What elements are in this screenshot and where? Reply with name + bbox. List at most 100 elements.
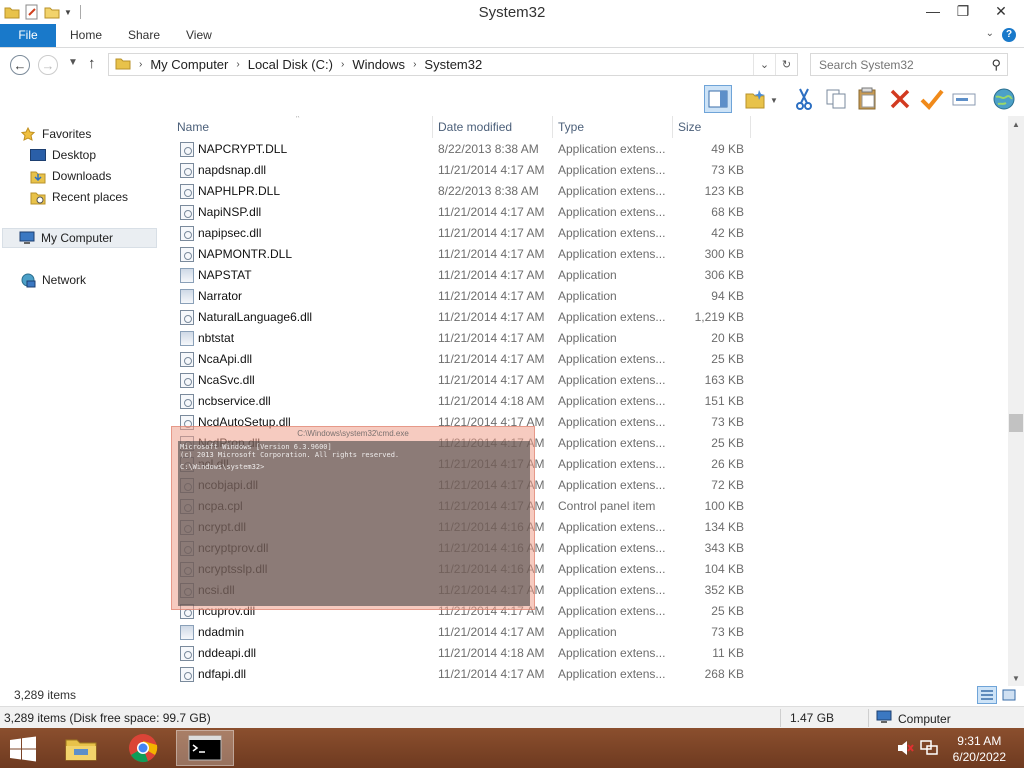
nav-recent-places[interactable]: Recent places — [30, 187, 128, 207]
column-date[interactable]: Date modified — [438, 120, 512, 134]
nav-downloads[interactable]: Downloads — [30, 166, 111, 186]
file-row[interactable]: NcaApi.dll 11/21/2014 4:17 AM Application … — [172, 349, 752, 370]
file-row[interactable]: NAPSTAT 11/21/2014 4:17 AM Application 306 … — [172, 265, 752, 286]
nav-my-computer[interactable]: My Computer — [2, 228, 157, 248]
file-name: nddeapi.dll — [198, 646, 257, 660]
file-row[interactable]: NAPCRYPT.DLL 8/22/2013 8:38 AM Application… — [172, 139, 752, 160]
delete-icon[interactable] — [886, 85, 914, 113]
scroll-down-icon[interactable]: ▼ — [1008, 670, 1024, 686]
tab-file[interactable]: File — [0, 24, 56, 47]
breadcrumb-arrow-icon[interactable]: › — [341, 59, 344, 70]
scroll-up-icon[interactable]: ▲ — [1008, 116, 1024, 132]
file-row[interactable]: NapiNSP.dll 11/21/2014 4:17 AM Application… — [172, 202, 752, 223]
breadcrumb-system32[interactable]: System32 — [424, 57, 482, 72]
rename-icon[interactable] — [950, 85, 978, 113]
file-row[interactable]: NAPMONTR.DLL 11/21/2014 4:17 AM Applicatio… — [172, 244, 752, 265]
dll-file-icon — [180, 184, 194, 199]
file-type: Application extens... — [558, 226, 666, 240]
file-row[interactable]: napdsnap.dll 11/21/2014 4:17 AM Applicatio… — [172, 160, 752, 181]
column-name[interactable]: Name — [177, 120, 209, 134]
minimize-button[interactable]: — — [918, 0, 948, 22]
paste-icon[interactable] — [854, 85, 882, 113]
copy-icon[interactable] — [822, 85, 850, 113]
file-date: 11/21/2014 4:17 AM — [438, 373, 545, 387]
file-row[interactable]: napipsec.dll 11/21/2014 4:17 AM Applicatio… — [172, 223, 752, 244]
column-type[interactable]: Type — [558, 120, 584, 134]
dll-file-icon — [180, 163, 194, 178]
taskbar-file-explorer[interactable] — [52, 730, 110, 766]
details-pane-icon[interactable] — [704, 85, 732, 113]
tab-home[interactable]: Home — [56, 24, 116, 47]
recent-locations-icon[interactable]: ▼ — [68, 57, 78, 68]
breadcrumb-arrow-icon[interactable]: › — [413, 59, 416, 70]
address-dropdown-icon[interactable]: ⌄ — [753, 54, 775, 75]
application-icon — [180, 289, 194, 304]
globe-icon[interactable] — [990, 85, 1018, 113]
breadcrumb-local-disk[interactable]: Local Disk (C:) — [248, 57, 333, 72]
column-divider[interactable] — [552, 116, 553, 138]
file-date: 11/21/2014 4:17 AM — [438, 289, 545, 303]
new-folder-icon[interactable] — [742, 85, 770, 113]
large-icons-view-icon[interactable] — [999, 686, 1019, 704]
tab-share[interactable]: Share — [114, 24, 174, 47]
cut-icon[interactable] — [790, 85, 818, 113]
select-icon[interactable] — [918, 85, 946, 113]
dll-file-icon — [180, 394, 194, 409]
breadcrumb-arrow-icon[interactable]: › — [236, 59, 239, 70]
search-box[interactable]: ⚲ — [810, 53, 1008, 76]
up-arrow-icon[interactable]: ↑ — [88, 55, 96, 72]
file-row[interactable]: Narrator 11/21/2014 4:17 AM Application 94 … — [172, 286, 752, 307]
taskbar-cmd[interactable] — [176, 730, 234, 766]
search-input[interactable] — [811, 54, 981, 75]
vertical-scrollbar[interactable]: ▲ ▼ — [1008, 116, 1024, 686]
new-folder-dropdown-icon[interactable]: ▼ — [770, 96, 778, 105]
file-date: 11/21/2014 4:17 AM — [438, 310, 545, 324]
window-title: System32 — [478, 4, 546, 21]
file-row[interactable]: NAPHLPR.DLL 8/22/2013 8:38 AM Application … — [172, 181, 752, 202]
breadcrumb-windows[interactable]: Windows — [352, 57, 405, 72]
file-date: 11/21/2014 4:18 AM — [438, 646, 545, 660]
tab-view[interactable]: View — [172, 24, 226, 47]
address-bar[interactable]: › My Computer › Local Disk (C:) › Window… — [108, 53, 798, 76]
nav-desktop[interactable]: Desktop — [30, 145, 96, 165]
maximize-button[interactable]: ❐ — [948, 0, 978, 22]
column-divider[interactable] — [750, 116, 751, 138]
search-icon[interactable]: ⚲ — [991, 57, 1001, 73]
file-row[interactable]: nbtstat 11/21/2014 4:17 AM Application 20 K… — [172, 328, 752, 349]
back-button[interactable]: ← — [10, 55, 30, 75]
taskbar-chrome[interactable] — [114, 730, 172, 766]
help-icon[interactable]: ? — [1002, 28, 1016, 42]
start-button[interactable] — [8, 736, 38, 762]
file-row[interactable]: ncbservice.dll 11/21/2014 4:18 AM Applicat… — [172, 391, 752, 412]
file-type: Application — [558, 625, 617, 639]
file-size: 42 KB — [711, 226, 744, 240]
column-divider[interactable] — [672, 116, 673, 138]
clock[interactable]: 9:31 AM 6/20/2022 — [953, 733, 1006, 765]
column-size[interactable]: Size — [678, 120, 701, 134]
file-name: ndfapi.dll — [198, 667, 247, 681]
file-name: ncbservice.dll — [198, 394, 271, 408]
file-row[interactable]: ndadmin 11/21/2014 4:17 AM Application 73 K… — [172, 622, 752, 643]
nav-network[interactable]: Network — [20, 270, 86, 290]
expand-ribbon-icon[interactable]: ⌄ — [986, 28, 994, 39]
details-view-icon[interactable] — [977, 686, 997, 704]
file-name: NAPMONTR.DLL — [198, 247, 293, 261]
file-name: napdsnap.dll — [198, 163, 267, 177]
file-row[interactable]: nddeapi.dll 11/21/2014 4:18 AM Application… — [172, 643, 752, 664]
nav-favorites[interactable]: Favorites — [20, 124, 91, 144]
file-row[interactable]: NaturalLanguage6.dll 11/21/2014 4:17 AM Ap… — [172, 307, 752, 328]
refresh-icon[interactable]: ↻ — [775, 54, 797, 75]
file-size: 49 KB — [711, 142, 744, 156]
close-button[interactable]: ✕ — [978, 0, 1024, 22]
details-status-bar: 3,289 items (Disk free space: 99.7 GB) 1… — [0, 706, 1024, 728]
cmd-line: (c) 2013 Microsoft Corporation. All righ… — [180, 451, 400, 459]
column-divider[interactable] — [432, 116, 433, 138]
breadcrumb-my-computer[interactable]: My Computer — [150, 57, 228, 72]
scroll-thumb[interactable] — [1009, 414, 1023, 432]
volume-muted-icon[interactable] — [896, 740, 914, 759]
breadcrumb-arrow-icon[interactable]: › — [139, 59, 142, 70]
forward-button[interactable]: → — [38, 55, 58, 75]
network-tray-icon[interactable] — [920, 740, 938, 759]
file-row[interactable]: ndfapi.dll 11/21/2014 4:17 AM Application … — [172, 664, 752, 685]
file-row[interactable]: NcaSvc.dll 11/21/2014 4:17 AM Application … — [172, 370, 752, 391]
